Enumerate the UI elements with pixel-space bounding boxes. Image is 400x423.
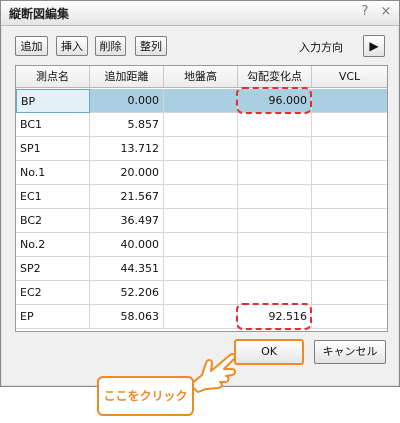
cell-grade-change[interactable] bbox=[238, 161, 312, 185]
title-bar: 縦断図編集 ? × bbox=[1, 1, 399, 26]
table-row[interactable]: No.2 40.000 bbox=[16, 233, 387, 257]
column-header-ground[interactable]: 地盤高 bbox=[164, 66, 238, 88]
play-arrow-icon: ▶ bbox=[369, 39, 379, 53]
table-row[interactable]: BC1 5.857 bbox=[16, 113, 387, 137]
cell-distance[interactable]: 44.351 bbox=[90, 257, 164, 281]
column-header-grade-change[interactable]: 勾配変化点 bbox=[238, 66, 312, 88]
cell-grade-change[interactable] bbox=[238, 113, 312, 137]
cell-ground[interactable] bbox=[164, 137, 238, 161]
table-row[interactable]: SP1 13.712 bbox=[16, 137, 387, 161]
cell-ground[interactable] bbox=[164, 161, 238, 185]
help-icon[interactable]: ? bbox=[357, 4, 373, 20]
table-row[interactable]: BC2 36.497 bbox=[16, 209, 387, 233]
cell-ground[interactable] bbox=[164, 305, 238, 329]
cell-station[interactable]: BP bbox=[16, 89, 90, 113]
cell-distance[interactable]: 20.000 bbox=[90, 161, 164, 185]
cell-grade-change[interactable] bbox=[238, 137, 312, 161]
cell-distance[interactable]: 0.000 bbox=[90, 89, 164, 113]
ok-button[interactable]: OK bbox=[234, 339, 304, 365]
cell-vcl[interactable] bbox=[312, 305, 387, 329]
table-row[interactable]: SP2 44.351 bbox=[16, 257, 387, 281]
cell-distance[interactable]: 13.712 bbox=[90, 137, 164, 161]
column-header-station[interactable]: 測点名 bbox=[16, 66, 90, 88]
cell-distance[interactable]: 21.567 bbox=[90, 185, 164, 209]
cell-ground[interactable] bbox=[164, 209, 238, 233]
input-direction-label: 入力方向 bbox=[299, 41, 343, 54]
window-title: 縦断図編集 bbox=[9, 7, 70, 21]
cell-ground[interactable] bbox=[164, 185, 238, 209]
cell-grade-change[interactable] bbox=[238, 281, 312, 305]
sort-button[interactable]: 整列 bbox=[135, 36, 167, 56]
highlight-grade-change-bp bbox=[236, 87, 312, 114]
station-table[interactable]: 測点名 追加距離 地盤高 勾配変化点 VCL BP 0.000 96.000 B… bbox=[15, 65, 388, 332]
add-button[interactable]: 追加 bbox=[15, 36, 48, 56]
click-here-callout: ここをクリック bbox=[97, 376, 194, 416]
cell-vcl[interactable] bbox=[312, 257, 387, 281]
table-row[interactable]: No.1 20.000 bbox=[16, 161, 387, 185]
close-icon[interactable]: × bbox=[378, 4, 394, 20]
cell-grade-change[interactable] bbox=[238, 257, 312, 281]
pointing-hand-icon bbox=[189, 352, 237, 393]
cell-grade-change[interactable] bbox=[238, 209, 312, 233]
cell-station[interactable]: BC1 bbox=[16, 113, 90, 137]
cell-vcl[interactable] bbox=[312, 137, 387, 161]
cell-ground[interactable] bbox=[164, 257, 238, 281]
direction-toggle-button[interactable]: ▶ bbox=[363, 35, 385, 57]
delete-button[interactable]: 削除 bbox=[95, 36, 126, 56]
cell-station[interactable]: EC2 bbox=[16, 281, 90, 305]
cancel-button[interactable]: キャンセル bbox=[314, 340, 386, 364]
cell-station[interactable]: SP1 bbox=[16, 137, 90, 161]
cell-vcl[interactable] bbox=[312, 233, 387, 257]
cell-distance[interactable]: 52.206 bbox=[90, 281, 164, 305]
cell-vcl[interactable] bbox=[312, 281, 387, 305]
cell-vcl[interactable] bbox=[312, 185, 387, 209]
table-row[interactable]: BP 0.000 96.000 bbox=[16, 89, 387, 113]
cell-station[interactable]: BC2 bbox=[16, 209, 90, 233]
cell-ground[interactable] bbox=[164, 89, 238, 113]
table-row[interactable]: EP 58.063 92.516 bbox=[16, 305, 387, 329]
table-row[interactable]: EC2 52.206 bbox=[16, 281, 387, 305]
cell-station[interactable]: EP bbox=[16, 305, 90, 329]
cell-distance[interactable]: 58.063 bbox=[90, 305, 164, 329]
highlight-grade-change-ep bbox=[236, 303, 312, 330]
cell-ground[interactable] bbox=[164, 233, 238, 257]
cell-grade-change[interactable] bbox=[238, 185, 312, 209]
cell-distance[interactable]: 40.000 bbox=[90, 233, 164, 257]
cell-vcl[interactable] bbox=[312, 113, 387, 137]
column-header-vcl[interactable]: VCL bbox=[312, 66, 387, 88]
cell-vcl[interactable] bbox=[312, 89, 387, 113]
cell-station[interactable]: SP2 bbox=[16, 257, 90, 281]
cell-ground[interactable] bbox=[164, 281, 238, 305]
cell-station[interactable]: No.2 bbox=[16, 233, 90, 257]
column-header-distance[interactable]: 追加距離 bbox=[90, 66, 164, 88]
cell-distance[interactable]: 36.497 bbox=[90, 209, 164, 233]
dialog-window: 縦断図編集 ? × 追加 挿入 削除 整列 入力方向 ▶ 測点名 追加距離 地盤… bbox=[0, 0, 400, 387]
cell-vcl[interactable] bbox=[312, 161, 387, 185]
cell-station[interactable]: EC1 bbox=[16, 185, 90, 209]
cell-grade-change[interactable] bbox=[238, 233, 312, 257]
cell-vcl[interactable] bbox=[312, 209, 387, 233]
table-row[interactable]: EC1 21.567 bbox=[16, 185, 387, 209]
cell-station[interactable]: No.1 bbox=[16, 161, 90, 185]
cell-ground[interactable] bbox=[164, 113, 238, 137]
cell-distance[interactable]: 5.857 bbox=[90, 113, 164, 137]
insert-button[interactable]: 挿入 bbox=[56, 36, 88, 56]
